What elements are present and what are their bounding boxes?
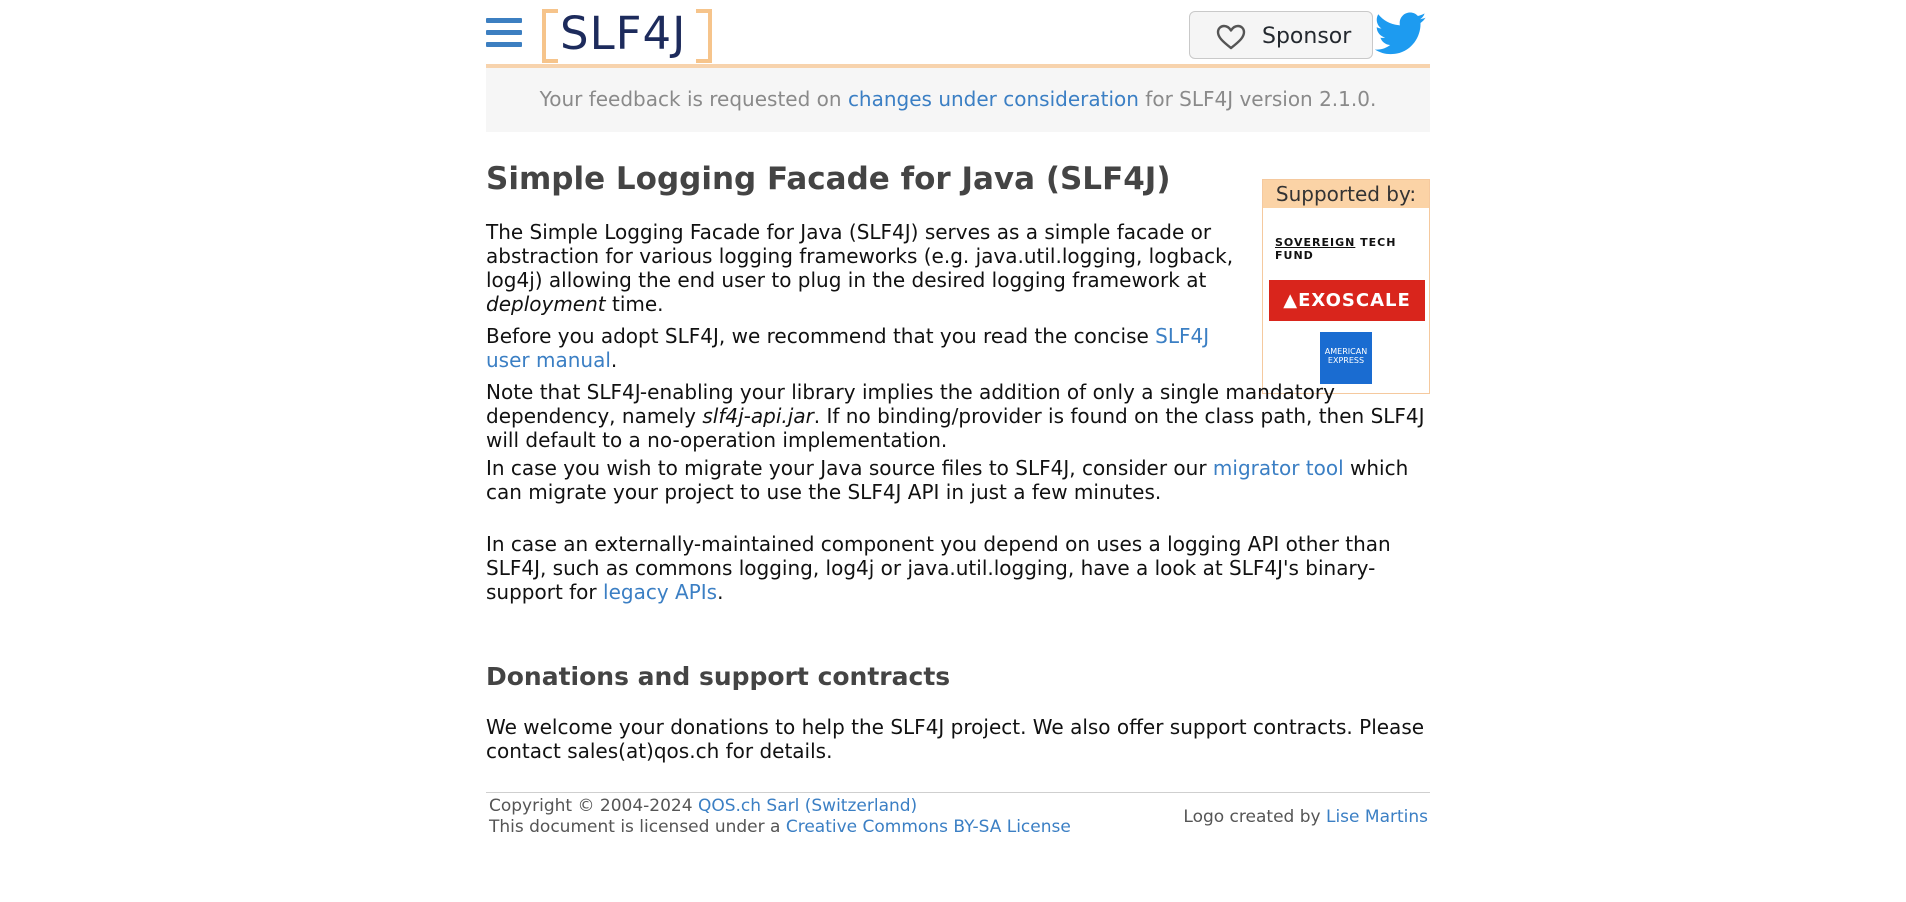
- twitter-icon[interactable]: [1375, 12, 1427, 56]
- feedback-notice: Your feedback is requested on changes un…: [486, 68, 1430, 132]
- logo-bracket-right: [696, 9, 712, 63]
- footer-left: Copyright © 2004-2024 QOS.ch Sarl (Switz…: [489, 796, 1071, 837]
- donations-paragraph: We welcome your donations to help the SL…: [486, 715, 1425, 763]
- qos-link[interactable]: QOS.ch Sarl (Switzerland): [698, 796, 917, 816]
- legacy-apis-link[interactable]: legacy APIs: [603, 580, 717, 604]
- migrator-paragraph: In case you wish to migrate your Java so…: [486, 456, 1409, 504]
- migrator-tool-link[interactable]: migrator tool: [1213, 456, 1344, 480]
- manual-paragraph: Before you adopt SLF4J, we recommend tha…: [486, 324, 1210, 372]
- intro-paragraph: The Simple Logging Facade for Java (SLF4…: [486, 220, 1234, 316]
- footer-right: Logo created by Lise Martins: [1183, 807, 1428, 827]
- changes-link[interactable]: changes under consideration: [848, 87, 1139, 111]
- hamburger-menu-icon[interactable]: [486, 18, 522, 54]
- legacy-paragraph: In case an externally-maintained compone…: [486, 532, 1391, 604]
- donations-heading: Donations and support contracts: [486, 662, 951, 691]
- american-express-logo[interactable]: AMERICAN EXPRESS: [1320, 332, 1372, 384]
- supported-by-box: Supported by: SOVEREIGN TECH FUND ▲EXOSC…: [1262, 179, 1430, 394]
- dependency-paragraph: Note that SLF4J-enabling your library im…: [486, 380, 1425, 452]
- heart-icon: [1216, 24, 1246, 50]
- sponsor-label: Sponsor: [1262, 24, 1352, 49]
- logo-author-link[interactable]: Lise Martins: [1326, 807, 1428, 827]
- logo-bracket-left: [542, 9, 558, 63]
- supported-by-title: Supported by:: [1263, 180, 1429, 208]
- license-link[interactable]: Creative Commons BY-SA License: [786, 817, 1071, 837]
- slf4j-logo[interactable]: SLF4J: [542, 7, 712, 63]
- notice-suffix: for SLF4J version 2.1.0.: [1138, 87, 1377, 111]
- page: SLF4J Sponsor Your feedback is requested…: [486, 0, 1430, 837]
- footer: Copyright © 2004-2024 QOS.ch Sarl (Switz…: [486, 792, 1430, 843]
- notice-prefix: Your feedback is requested on: [539, 87, 848, 111]
- sponsor-button[interactable]: Sponsor: [1189, 11, 1373, 59]
- page-title: Simple Logging Facade for Java (SLF4J): [486, 161, 1171, 197]
- header: SLF4J Sponsor: [486, 0, 1430, 68]
- logo-text: SLF4J: [560, 7, 687, 60]
- sovereign-tech-fund-logo[interactable]: SOVEREIGN TECH FUND: [1275, 236, 1429, 262]
- exoscale-logo[interactable]: ▲EXOSCALE: [1269, 280, 1425, 321]
